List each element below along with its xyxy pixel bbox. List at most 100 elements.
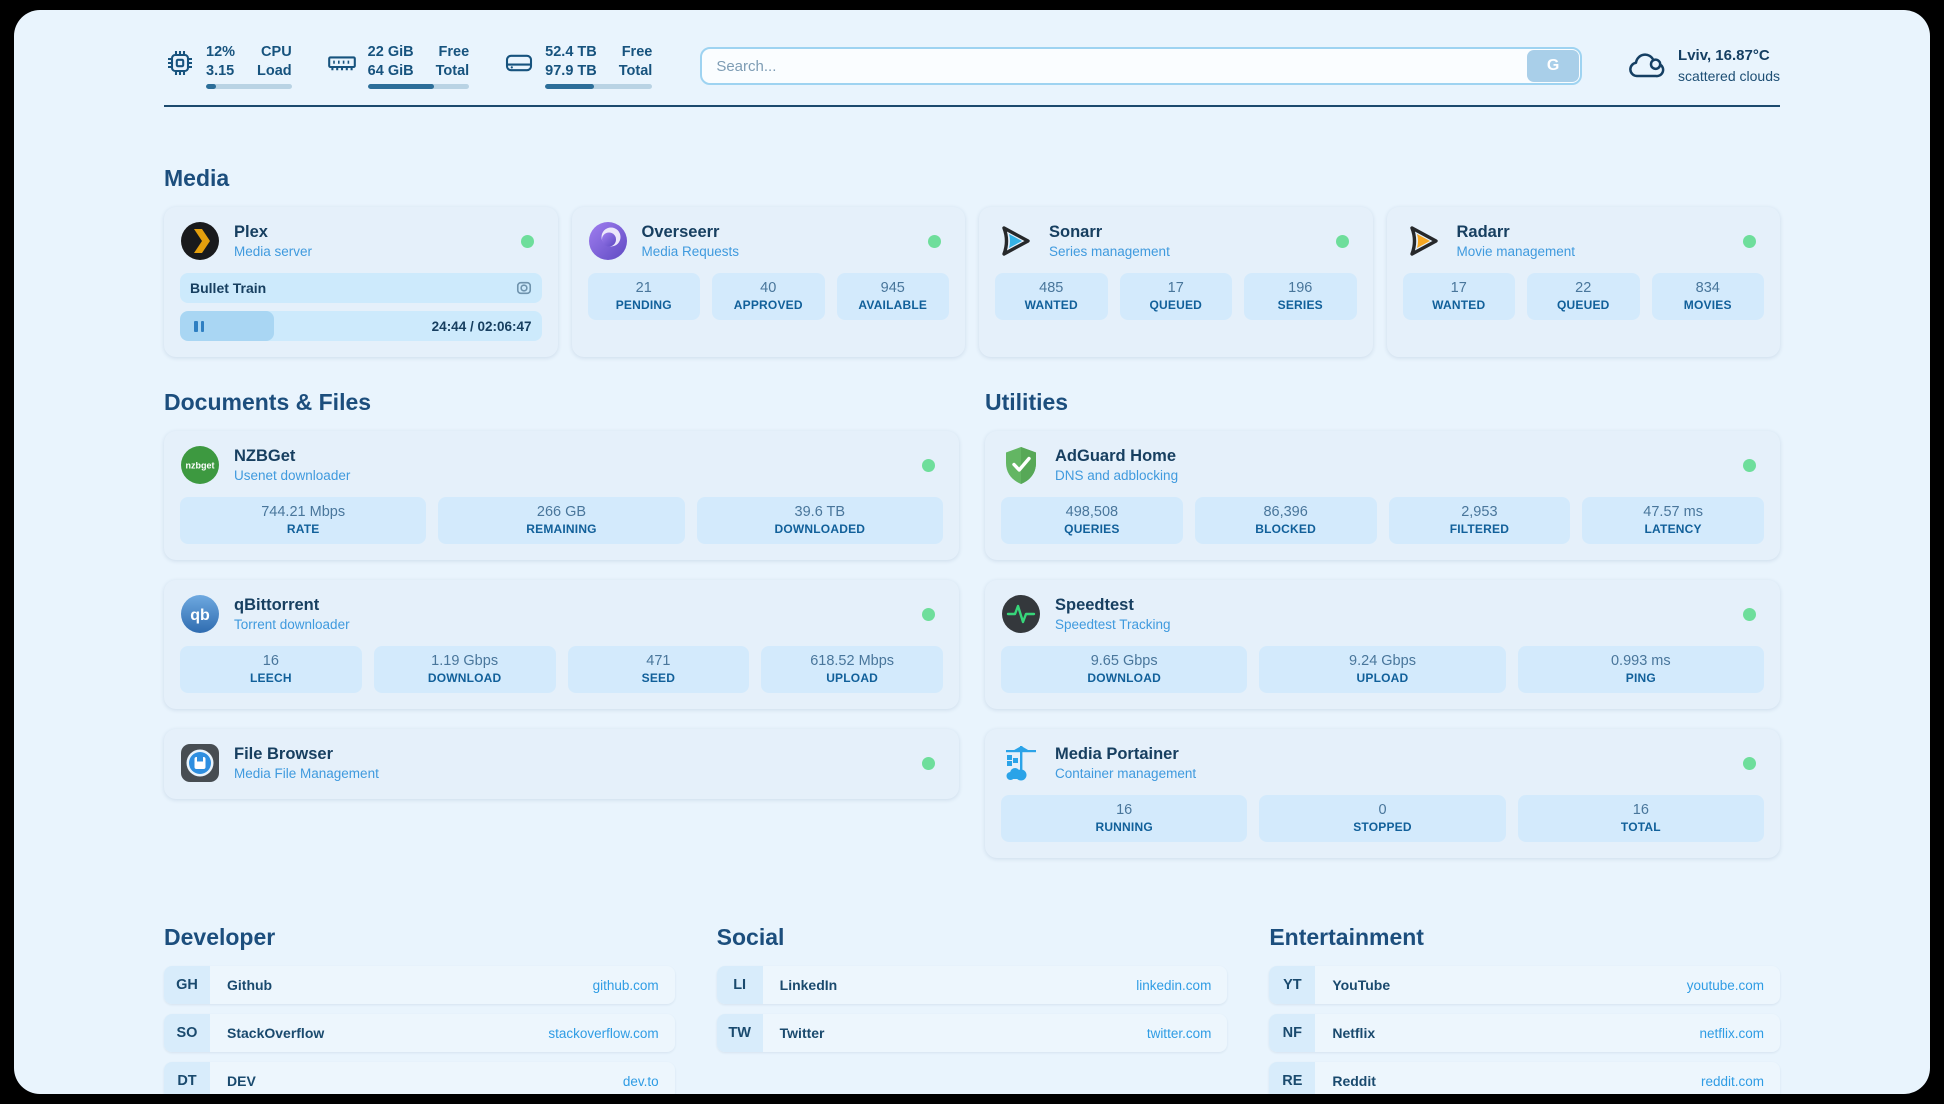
bookmark-abbr: TW [717,1014,763,1052]
cpu-percent: 12% [206,43,235,62]
bookmark-reddit[interactable]: RE Reddit reddit.com [1269,1062,1780,1094]
bookmark-youtube[interactable]: YT YouTube youtube.com [1269,966,1780,1004]
bookmark-name: YouTube [1315,977,1390,993]
search-engine-button[interactable]: G [1527,50,1579,82]
bookmark-abbr: NF [1269,1014,1315,1052]
bookmark-name: Reddit [1315,1073,1376,1089]
status-dot [922,757,935,770]
status-dot [1743,459,1756,472]
bookmark-name: StackOverflow [210,1025,324,1041]
cpu-label: CPU [261,43,292,62]
bookmark-github[interactable]: GH Github github.com [164,966,675,1004]
bookmark-url[interactable]: dev.to [623,1074,675,1089]
app-subtitle: Container management [1055,765,1196,783]
playback-progress[interactable]: 24:44 / 02:06:47 [180,311,542,341]
app-subtitle: Movie management [1457,243,1576,261]
bookmark-url[interactable]: reddit.com [1701,1074,1780,1089]
radarr-icon [1403,221,1443,261]
cpu-load-value: 3.15 [206,62,235,81]
stat-downloaded: 39.6 TB DOWNLOADED [697,497,943,544]
bookmark-netflix[interactable]: NF Netflix netflix.com [1269,1014,1780,1052]
section-entertainment-title: Entertainment [1269,924,1780,951]
section-media: Media Plex Media server [164,165,1780,357]
memory-usage-bar [368,84,470,89]
bookmark-url[interactable]: github.com [593,978,675,993]
search-input[interactable] [702,58,1526,75]
adguard-icon [1001,445,1041,485]
stat-remaining: 266 GB REMAINING [438,497,684,544]
card-nzbget[interactable]: nzbget NZBGet Usenet downloader 744.21 M… [164,431,959,560]
bookmark-stackoverflow[interactable]: SO StackOverflow stackoverflow.com [164,1014,675,1052]
weather-widget[interactable]: Lviv, 16.87°C scattered clouds [1626,46,1780,85]
cpu-load-label: Load [257,62,292,81]
bookmark-name: LinkedIn [763,977,838,993]
bookmark-dev[interactable]: DT DEV dev.to [164,1062,675,1094]
cpu-usage-bar [206,84,292,89]
card-portainer[interactable]: Media Portainer Container management 16 … [985,729,1780,858]
section-utilities-title: Utilities [985,389,1780,416]
section-documents-title: Documents & Files [164,389,959,416]
app-name: NZBGet [234,446,350,467]
app-subtitle: Media Requests [642,243,740,261]
app-subtitle: DNS and adblocking [1055,467,1178,485]
top-bar: 12% 3.15 CPU Load [164,40,1780,92]
bookmark-twitter[interactable]: TW Twitter twitter.com [717,1014,1228,1052]
stat-leech: 16 LEECH [180,646,362,693]
stat-seed: 471 SEED [568,646,750,693]
stat-pending: 21 PENDING [588,273,701,320]
dashboard-panel: 12% 3.15 CPU Load [14,10,1930,1094]
disk-free-label: Free [622,43,653,62]
bookmark-abbr: GH [164,966,210,1004]
filebrowser-icon [180,743,220,783]
status-dot [521,235,534,248]
bookmark-url[interactable]: netflix.com [1699,1026,1780,1041]
stat-download: 1.19 Gbps DOWNLOAD [374,646,556,693]
stat-queued: 17 QUEUED [1120,273,1233,320]
stat-latency: 47.57 ms LATENCY [1582,497,1764,544]
card-speedtest[interactable]: Speedtest Speedtest Tracking 9.65 Gbps D… [985,580,1780,709]
bookmark-abbr: RE [1269,1062,1315,1094]
stat-queued: 22 QUEUED [1527,273,1640,320]
now-playing-row: Bullet Train [180,273,542,303]
stat-filtered: 2,953 FILTERED [1389,497,1571,544]
section-developer: Developer GH Github github.com SO StackO… [164,924,675,1094]
bookmark-abbr: SO [164,1014,210,1052]
bookmark-url[interactable]: youtube.com [1687,978,1780,993]
card-qbittorrent[interactable]: qb qBittorrent Torrent downloader 16 [164,580,959,709]
stat-running: 16 RUNNING [1001,795,1247,842]
card-adguard[interactable]: AdGuard Home DNS and adblocking 498,508 … [985,431,1780,560]
weather-condition: scattered clouds [1678,67,1780,86]
card-plex[interactable]: Plex Media server Bullet Train [164,207,558,357]
card-radarr[interactable]: Radarr Movie management 17 WANTED 22 QUE… [1387,207,1781,357]
card-overseerr[interactable]: Overseerr Media Requests 21 PENDING 40 A… [572,207,966,357]
bookmark-name: Netflix [1315,1025,1375,1041]
card-filebrowser[interactable]: File Browser Media File Management [164,729,959,799]
bookmark-url[interactable]: twitter.com [1147,1026,1228,1041]
bookmark-name: DEV [210,1073,256,1089]
app-name: Radarr [1457,222,1576,243]
stat-wanted: 485 WANTED [995,273,1108,320]
app-name: qBittorrent [234,595,350,616]
cpu-metric: 12% 3.15 CPU Load [164,43,292,90]
search-box: G [700,47,1582,85]
weather-location-temp: Lviv, 16.87°C [1678,46,1780,66]
section-social: Social LI LinkedIn linkedin.com TW Twitt… [717,924,1228,1094]
app-subtitle: Media server [234,243,312,261]
bookmark-url[interactable]: stackoverflow.com [548,1026,674,1041]
stat-queries: 498,508 QUERIES [1001,497,1183,544]
sonarr-icon [995,221,1035,261]
app-subtitle: Speedtest Tracking [1055,616,1171,634]
bookmark-linkedin[interactable]: LI LinkedIn linkedin.com [717,966,1228,1004]
stat-rate: 744.21 Mbps RATE [180,497,426,544]
nzbget-icon: nzbget [180,445,220,485]
app-name: Overseerr [642,222,740,243]
stat-blocked: 86,396 BLOCKED [1195,497,1377,544]
bookmark-url[interactable]: linkedin.com [1136,978,1227,993]
app-name: File Browser [234,744,379,765]
stat-available: 945 AVAILABLE [837,273,950,320]
memory-total-value: 64 GiB [368,62,414,81]
section-social-title: Social [717,924,1228,951]
status-dot [922,608,935,621]
card-sonarr[interactable]: Sonarr Series management 485 WANTED 17 Q… [979,207,1373,357]
pause-icon[interactable] [194,321,204,332]
